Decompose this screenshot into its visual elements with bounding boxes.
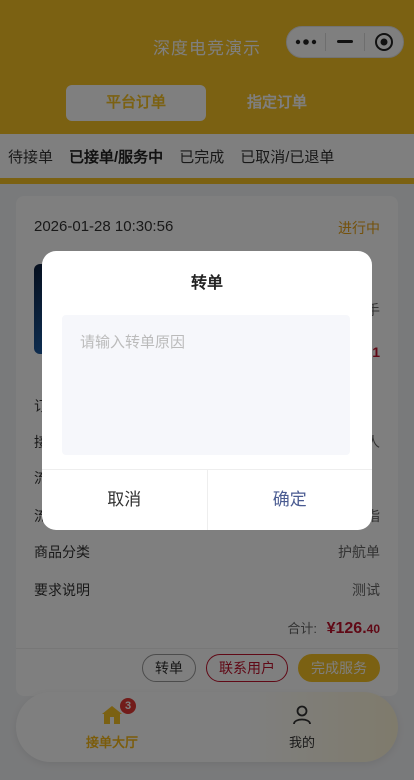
transfer-reason-input[interactable]: 请输入转单原因 <box>62 315 350 455</box>
confirm-button[interactable]: 确定 <box>208 470 373 530</box>
dialog-title: 转单 <box>190 275 223 292</box>
transfer-dialog: 转单 请输入转单原因 取消 确定 <box>42 251 372 530</box>
cancel-button[interactable]: 取消 <box>42 470 208 530</box>
dialog-footer: 取消 确定 <box>42 469 372 530</box>
